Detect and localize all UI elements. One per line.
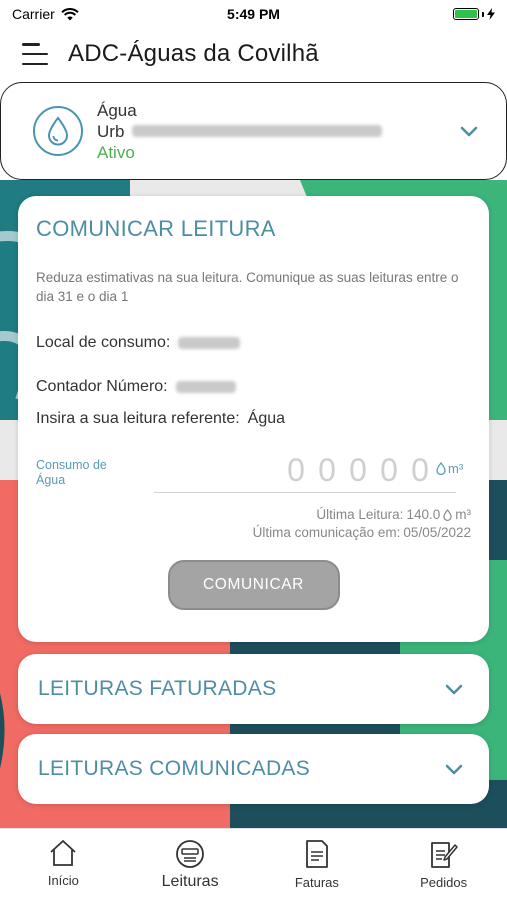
last-reading-value: 140.0 (406, 507, 441, 522)
contador-label: Contador Número: (36, 378, 168, 395)
tab-inicio[interactable]: Início (0, 829, 127, 900)
home-icon (50, 840, 76, 866)
app-header: ADC-Águas da Covilhã (0, 30, 507, 78)
water-drop-icon (33, 106, 83, 156)
input-underline (154, 492, 456, 493)
reading-digits[interactable]: 0 0 0 0 0 (286, 452, 430, 489)
insira-label: Insira a sua leitura referente: (36, 410, 240, 427)
status-left: Carrier (12, 6, 79, 22)
redacted-address (132, 125, 383, 137)
chevron-down-icon[interactable] (460, 126, 478, 137)
redacted-contador (175, 381, 236, 393)
battery-icon (453, 8, 495, 20)
carrier-label: Carrier (12, 6, 55, 22)
insira-row: Insira a sua leitura referente: Água (36, 410, 471, 428)
last-reading-unit: m³ (455, 507, 471, 522)
leituras-comunicadas-section[interactable]: LEITURAS COMUNICADAS (18, 734, 489, 804)
wifi-icon (61, 7, 79, 20)
tab-faturas[interactable]: Faturas (254, 829, 381, 900)
status-bar: Carrier 5:49 PM (0, 0, 507, 28)
leituras-faturadas-section[interactable]: LEITURAS FATURADAS (18, 654, 489, 724)
tab-label: Faturas (294, 875, 339, 890)
local-consumo-label: Local de consumo: (36, 334, 171, 351)
reading-digit[interactable]: 0 (286, 452, 306, 489)
comunicar-leitura-card: COMUNICAR LEITURA Reduza estimativas na … (18, 196, 489, 642)
requests-icon (430, 842, 458, 868)
local-consumo-row: Local de consumo: (36, 334, 471, 352)
last-reading-info: Última Leitura: 140.0 m³ Última comunica… (36, 506, 471, 542)
reading-card-title: COMUNICAR LEITURA (36, 216, 276, 241)
leituras-comunicadas-title: LEITURAS COMUNICADAS (38, 757, 311, 780)
contador-row: Contador Número: (36, 378, 471, 396)
chevron-down-icon (445, 684, 463, 694)
insira-value: Água (247, 410, 286, 427)
account-status: Ativo (97, 142, 135, 162)
reading-description: Reduza estimativas na sua leitura. Comun… (36, 270, 459, 304)
last-communication-date: 05/05/2022 (403, 525, 471, 540)
tab-pedidos[interactable]: Pedidos (380, 829, 507, 900)
account-info: Água Urb Ativo (97, 100, 460, 163)
account-address: Urb (97, 121, 460, 142)
tab-label: Início (47, 873, 79, 888)
readings-icon (176, 840, 205, 868)
tab-leituras[interactable]: Leituras (127, 829, 254, 900)
account-address-prefix: Urb (97, 121, 125, 141)
reading-digit[interactable]: 0 (410, 452, 430, 489)
drop-icon (443, 509, 452, 521)
reading-digit[interactable]: 0 (317, 452, 337, 489)
leituras-faturadas-title: LEITURAS FATURADAS (38, 677, 277, 700)
redacted-local-consumo (178, 337, 241, 349)
invoice-icon (305, 840, 328, 868)
reading-digit[interactable]: 0 (379, 452, 399, 489)
consumo-input-row: Consumo de Água 0 0 0 0 0 m³ (36, 452, 471, 496)
unit-label: m³ (436, 461, 463, 476)
drop-icon (436, 462, 446, 475)
submit-wrapper: COMUNICAR (36, 560, 471, 610)
consumo-label: Consumo de Água (36, 458, 107, 487)
last-communication-label: Última comunicação em: (252, 525, 401, 540)
tab-label: Leituras (161, 873, 219, 890)
hamburger-menu-icon[interactable] (22, 43, 48, 65)
chevron-down-icon (445, 764, 463, 774)
account-service: Água (97, 100, 137, 120)
page-title: ADC-Águas da Covilhã (68, 40, 319, 67)
reading-digit[interactable]: 0 (348, 452, 368, 489)
bottom-tab-bar: Início Leituras Faturas Pedidos (0, 828, 507, 900)
tab-label: Pedidos (420, 875, 468, 890)
comunicar-button[interactable]: COMUNICAR (167, 560, 340, 610)
charging-bolt-icon (487, 8, 495, 20)
last-reading-label: Última Leitura: (316, 507, 404, 522)
account-selector[interactable]: Água Urb Ativo (0, 82, 507, 180)
